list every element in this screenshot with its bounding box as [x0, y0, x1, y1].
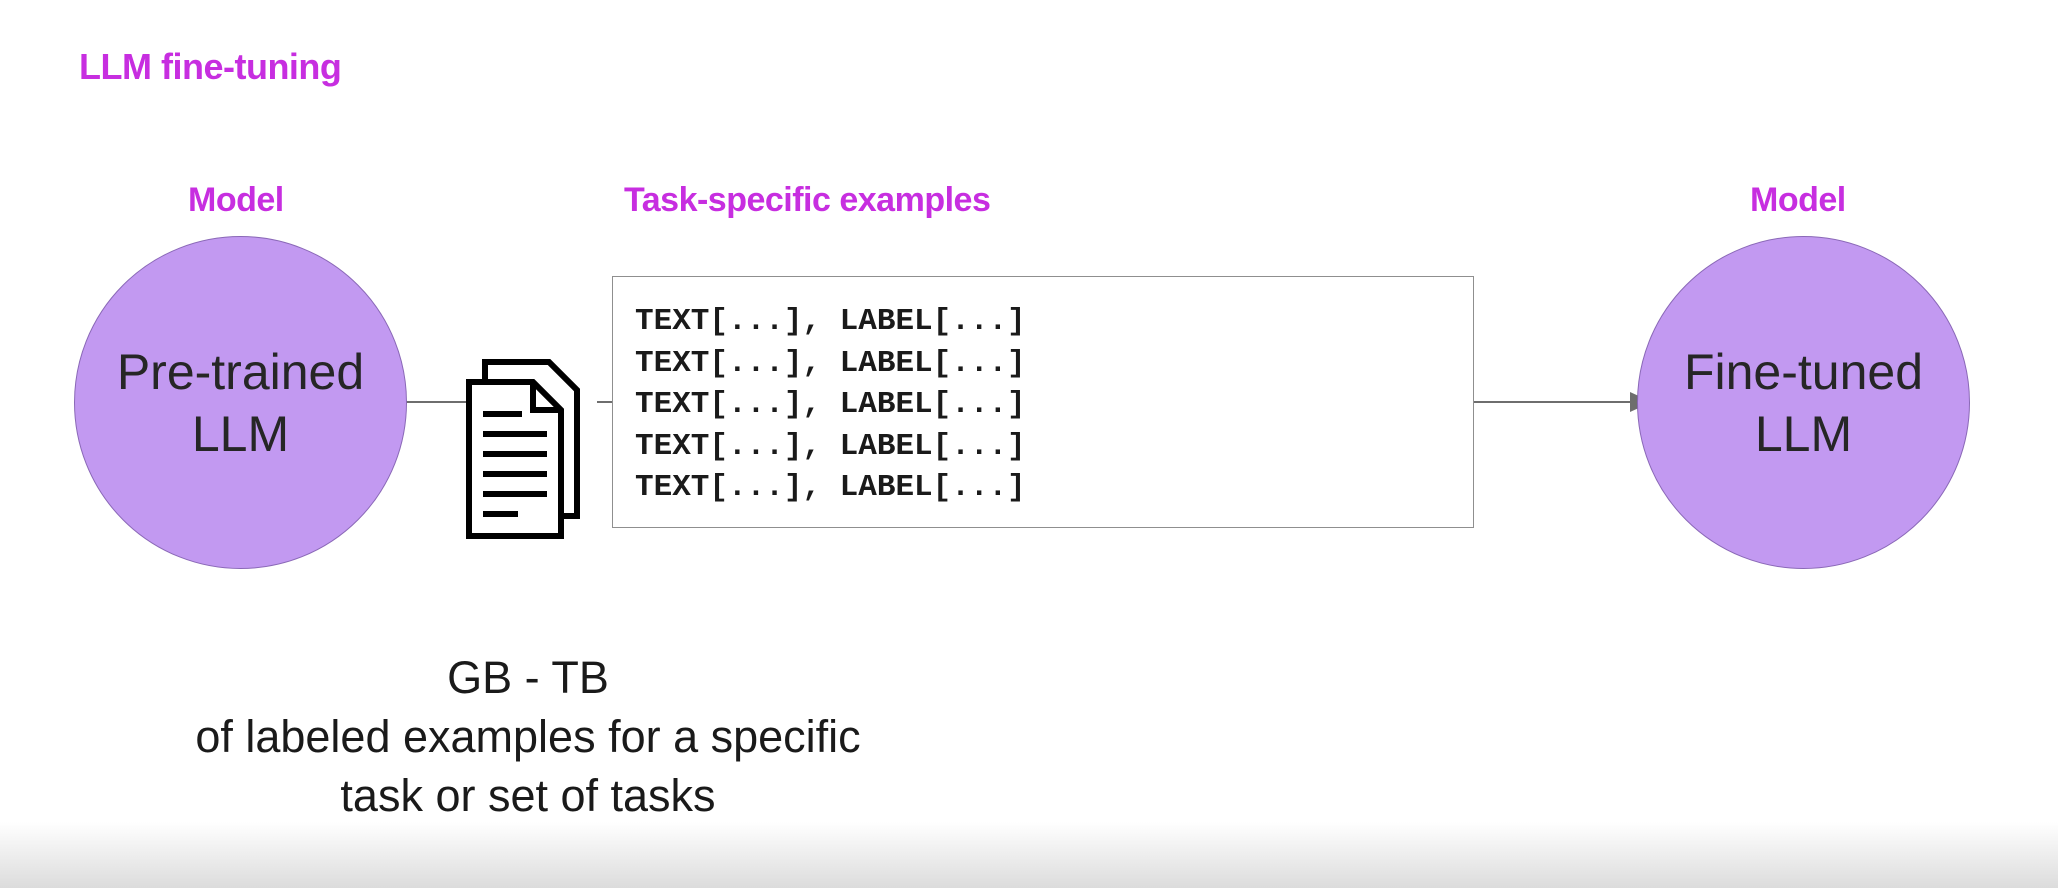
connector-line-right [1474, 401, 1632, 403]
bottom-shadow-bar [0, 822, 2058, 888]
caption-description-line-1: of labeled examples for a specific [195, 711, 861, 762]
finetuned-llm-node: Fine-tuned LLM [1637, 236, 1970, 569]
example-row: TEXT[...], LABEL[...] [635, 428, 1026, 464]
example-row: TEXT[...], LABEL[...] [635, 345, 1026, 381]
example-row: TEXT[...], LABEL[...] [635, 470, 1026, 505]
examples-label: Task-specific examples [624, 181, 991, 219]
caption-description-line-2: task or set of tasks [340, 770, 716, 821]
connector-line-left [406, 401, 466, 403]
left-model-label: Model [188, 181, 284, 219]
finetuned-llm-text: Fine-tuned LLM [1683, 343, 1924, 462]
dataset-size-caption: GB - TB of labeled examples for a specif… [150, 648, 906, 825]
documents-icon [466, 359, 580, 539]
caption-size-range: GB - TB [447, 652, 609, 703]
slide-title: LLM fine-tuning [79, 46, 342, 87]
right-model-label: Model [1750, 181, 1846, 219]
examples-box: TEXT[...], LABEL[...] TEXT[...], LABEL[.… [612, 276, 1474, 528]
example-row: TEXT[...], LABEL[...] [635, 304, 1026, 339]
examples-list: TEXT[...], LABEL[...] TEXT[...], LABEL[.… [635, 301, 1026, 509]
pretrained-llm-text: Pre-trained LLM [116, 343, 365, 462]
pretrained-llm-node: Pre-trained LLM [74, 236, 407, 569]
example-row: TEXT[...], LABEL[...] [635, 387, 1026, 422]
